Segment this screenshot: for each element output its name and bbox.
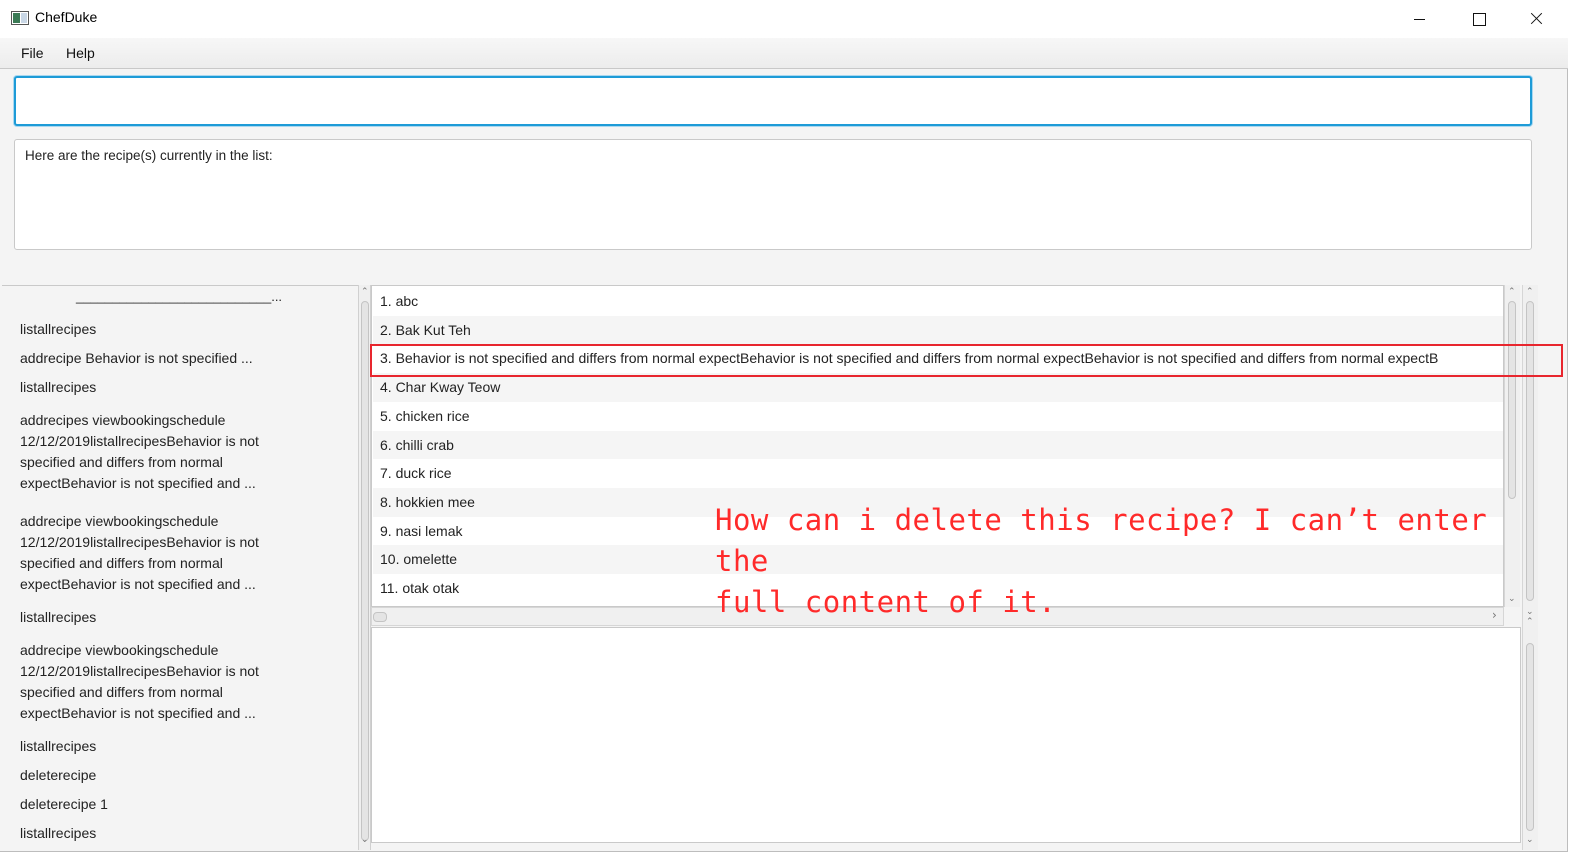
history-item[interactable]: listallrecipes	[20, 736, 280, 757]
scrollbar-thumb[interactable]	[1526, 643, 1534, 831]
scroll-down-arrow-icon[interactable]: ⌄	[1526, 608, 1534, 617]
response-text: Here are the recipe(s) currently in the …	[25, 148, 273, 163]
recipe-row[interactable]: 4. Char Kway Teow	[373, 373, 1503, 402]
recipe-row[interactable]: 5. chicken rice	[373, 402, 1503, 431]
recipe-detail-panel	[371, 627, 1521, 843]
scrollbar-thumb[interactable]	[361, 301, 369, 841]
recipe-row[interactable]: 7. duck rice	[373, 459, 1503, 488]
history-item[interactable]: deleterecipe	[20, 765, 280, 786]
scroll-up-arrow-icon[interactable]: ⌃	[1526, 618, 1534, 627]
history-item[interactable]: deleterecipe 1	[20, 794, 280, 815]
scrollbar-thumb[interactable]	[373, 612, 387, 622]
history-item[interactable]: listallrecipes	[20, 319, 280, 340]
scroll-up-arrow-icon[interactable]: ⌃	[1508, 288, 1516, 297]
recipe-row[interactable]: 6. chilli crab	[373, 430, 1503, 460]
annotation-line: full content of it.	[715, 585, 1057, 619]
history-item[interactable]: listallrecipes	[20, 607, 280, 628]
history-item[interactable]: listallrecipes	[20, 823, 280, 844]
response-box: Here are the recipe(s) currently in the …	[14, 139, 1532, 250]
scrollbar-thumb[interactable]	[1508, 301, 1516, 499]
history-item[interactable]: addrecipe viewbookingschedule 12/12/2019…	[20, 640, 280, 724]
scroll-down-arrow-icon[interactable]: ⌄	[1526, 836, 1534, 845]
scroll-down-arrow-icon[interactable]: ⌄	[361, 836, 369, 845]
window-title: ChefDuke	[35, 9, 98, 25]
app-icon	[11, 11, 29, 25]
history-item[interactable]: addrecipe viewbookingschedule 12/12/2019…	[20, 511, 280, 595]
title-bar: ChefDuke	[0, 0, 1568, 38]
history-item[interactable]: listallrecipes	[20, 377, 280, 398]
annotation-line: How can i delete this recipe? I can’t en…	[715, 503, 1488, 578]
annotation-text: How can i delete this recipe? I can’t en…	[715, 500, 1515, 623]
scroll-up-arrow-icon[interactable]: ⌃	[1526, 288, 1534, 297]
maximize-button[interactable]	[1449, 0, 1507, 38]
history-item[interactable]: addrecipe Behavior is not specified ...	[20, 348, 280, 369]
minimize-button[interactable]	[1391, 0, 1449, 38]
history-item-truncated[interactable]: ___________________________...	[76, 289, 282, 304]
menu-help[interactable]: Help	[66, 45, 95, 61]
history-item[interactable]: addrecipes viewbookingschedule 12/12/201…	[20, 410, 280, 494]
annotation-highlight-box	[370, 344, 1563, 377]
recipe-row[interactable]: 2. Bak Kut Teh	[373, 315, 1503, 345]
command-input[interactable]	[14, 76, 1532, 126]
recipe-row[interactable]: 1. abc	[373, 287, 1503, 316]
close-button[interactable]	[1508, 0, 1566, 38]
menu-file[interactable]: File	[21, 45, 44, 61]
menu-bar: File Help	[0, 38, 1568, 69]
app-window: ChefDuke File Help Here are the recipe(s…	[0, 0, 1568, 852]
scroll-up-arrow-icon[interactable]: ⌃	[361, 288, 369, 297]
command-history-list[interactable]: ___________________________... listallre…	[2, 285, 358, 850]
